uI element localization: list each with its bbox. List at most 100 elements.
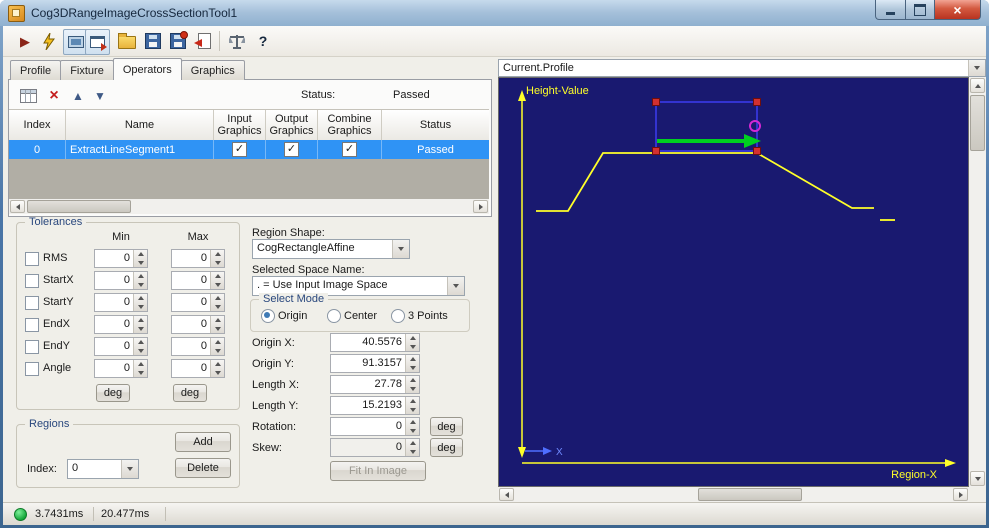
close-button[interactable]: × xyxy=(935,0,981,20)
tab-operators[interactable]: Operators xyxy=(112,58,182,80)
input-graphics-checkbox[interactable]: ✓ xyxy=(232,142,247,157)
column-header-status[interactable]: Status xyxy=(382,110,489,140)
chevron-down-icon[interactable] xyxy=(121,460,138,478)
endy-checkbox[interactable] xyxy=(25,340,39,354)
spin-down-icon[interactable] xyxy=(214,370,221,375)
column-header-input-graphics[interactable]: Input Graphics xyxy=(214,110,266,140)
length-x-spinner[interactable]: 27.78 xyxy=(330,375,420,394)
spin-down-icon[interactable] xyxy=(214,260,221,265)
scrollbar-thumb[interactable] xyxy=(27,200,131,213)
delete-region-button[interactable]: Delete xyxy=(175,458,231,478)
region-corner-handle[interactable] xyxy=(652,98,660,106)
tab-profile[interactable]: Profile xyxy=(10,60,62,80)
region-index-combo[interactable]: 0 xyxy=(67,459,139,479)
starty-checkbox[interactable] xyxy=(25,296,39,310)
spin-up-icon[interactable] xyxy=(214,318,221,323)
tab-graphics[interactable]: Graphics xyxy=(180,60,245,80)
spin-up-icon[interactable] xyxy=(137,340,144,345)
float-window-toggle[interactable] xyxy=(85,29,110,55)
spinner-arrows[interactable] xyxy=(133,250,147,267)
starty-max-spinner[interactable]: 0 xyxy=(171,293,225,312)
spin-down-icon[interactable] xyxy=(409,344,416,349)
angle-min-spinner[interactable]: 0 xyxy=(94,359,148,378)
scrollbar-thumb[interactable] xyxy=(698,488,802,501)
endx-max-spinner[interactable]: 0 xyxy=(171,315,225,334)
spin-up-icon[interactable] xyxy=(214,296,221,301)
spin-down-icon[interactable] xyxy=(137,282,144,287)
min-deg-button[interactable]: deg xyxy=(96,384,130,402)
rms-checkbox[interactable] xyxy=(25,252,39,266)
spin-up-icon[interactable] xyxy=(409,336,416,341)
spin-down-icon[interactable] xyxy=(214,282,221,287)
rotation-spinner[interactable]: 0 xyxy=(330,417,420,436)
move-up-button[interactable]: ▲ xyxy=(67,86,89,106)
spin-up-icon[interactable] xyxy=(137,274,144,279)
startx-checkbox[interactable] xyxy=(25,274,39,288)
chevron-down-icon[interactable] xyxy=(392,240,409,258)
grid-horizontal-scrollbar[interactable] xyxy=(9,199,489,214)
tab-fixture[interactable]: Fixture xyxy=(60,60,114,80)
spin-down-icon[interactable] xyxy=(214,348,221,353)
spin-up-icon[interactable] xyxy=(409,357,416,362)
add-operator-button[interactable] xyxy=(17,86,39,106)
origin-radio-label[interactable]: Origin xyxy=(278,310,307,322)
title-bar[interactable]: Cog3DRangeImageCrossSectionTool1 × xyxy=(0,0,989,26)
angle-checkbox[interactable] xyxy=(25,362,39,376)
add-region-button[interactable]: Add xyxy=(175,432,231,452)
region-corner-handle[interactable] xyxy=(753,98,761,106)
scroll-right-button[interactable] xyxy=(473,200,488,213)
maximize-button[interactable] xyxy=(906,0,935,20)
spinner-arrows[interactable] xyxy=(133,338,147,355)
save-button[interactable] xyxy=(141,29,165,53)
combine-graphics-checkbox[interactable]: ✓ xyxy=(342,142,357,157)
operator-row-selected[interactable]: 0 ExtractLineSegment1 ✓ ✓ ✓ Passed xyxy=(9,140,489,159)
scrollbar-thumb[interactable] xyxy=(970,95,985,151)
scroll-left-button[interactable] xyxy=(499,488,514,501)
three-points-radio[interactable] xyxy=(391,309,405,323)
spin-down-icon[interactable] xyxy=(409,407,416,412)
rms-min-spinner[interactable]: 0 xyxy=(94,249,148,268)
scroll-up-button[interactable] xyxy=(970,78,985,93)
spin-down-icon[interactable] xyxy=(137,348,144,353)
spin-down-icon[interactable] xyxy=(137,260,144,265)
spinner-arrows[interactable] xyxy=(405,334,419,351)
spinner-arrows[interactable] xyxy=(210,316,224,333)
spin-up-icon[interactable] xyxy=(214,340,221,345)
spinner-arrows[interactable] xyxy=(133,272,147,289)
spin-up-icon[interactable] xyxy=(409,378,416,383)
spin-up-icon[interactable] xyxy=(137,252,144,257)
center-radio-label[interactable]: Center xyxy=(344,310,377,322)
import-button[interactable] xyxy=(192,29,216,53)
endy-min-spinner[interactable]: 0 xyxy=(94,337,148,356)
output-graphics-checkbox[interactable]: ✓ xyxy=(284,142,299,157)
spinner-arrows[interactable] xyxy=(405,397,419,414)
spin-up-icon[interactable] xyxy=(214,362,221,367)
spin-down-icon[interactable] xyxy=(214,326,221,331)
spinner-arrows[interactable] xyxy=(210,338,224,355)
rms-max-spinner[interactable]: 0 xyxy=(171,249,225,268)
spin-down-icon[interactable] xyxy=(137,370,144,375)
spin-down-icon[interactable] xyxy=(137,326,144,331)
move-down-button[interactable]: ▼ xyxy=(89,86,111,106)
spinner-arrows[interactable] xyxy=(133,294,147,311)
column-header-index[interactable]: Index xyxy=(9,110,66,140)
spin-down-icon[interactable] xyxy=(214,304,221,309)
spinner-arrows[interactable] xyxy=(210,272,224,289)
scroll-down-button[interactable] xyxy=(970,471,985,486)
endx-checkbox[interactable] xyxy=(25,318,39,332)
spin-up-icon[interactable] xyxy=(214,274,221,279)
spinner-arrows[interactable] xyxy=(405,376,419,393)
save-as-button[interactable] xyxy=(166,29,190,53)
region-shape-combo[interactable]: CogRectangleAffine xyxy=(252,239,410,259)
spin-up-icon[interactable] xyxy=(137,318,144,323)
startx-max-spinner[interactable]: 0 xyxy=(171,271,225,290)
minimize-button[interactable] xyxy=(875,0,906,20)
starty-min-spinner[interactable]: 0 xyxy=(94,293,148,312)
spinner-arrows[interactable] xyxy=(210,360,224,377)
display-record-combo[interactable]: Current.Profile xyxy=(498,59,986,77)
help-button[interactable]: ? xyxy=(251,29,275,53)
spinner-arrows[interactable] xyxy=(405,418,419,435)
display-horizontal-scrollbar[interactable] xyxy=(498,487,969,502)
spinner-arrows[interactable] xyxy=(133,360,147,377)
length-y-spinner[interactable]: 15.2193 xyxy=(330,396,420,415)
